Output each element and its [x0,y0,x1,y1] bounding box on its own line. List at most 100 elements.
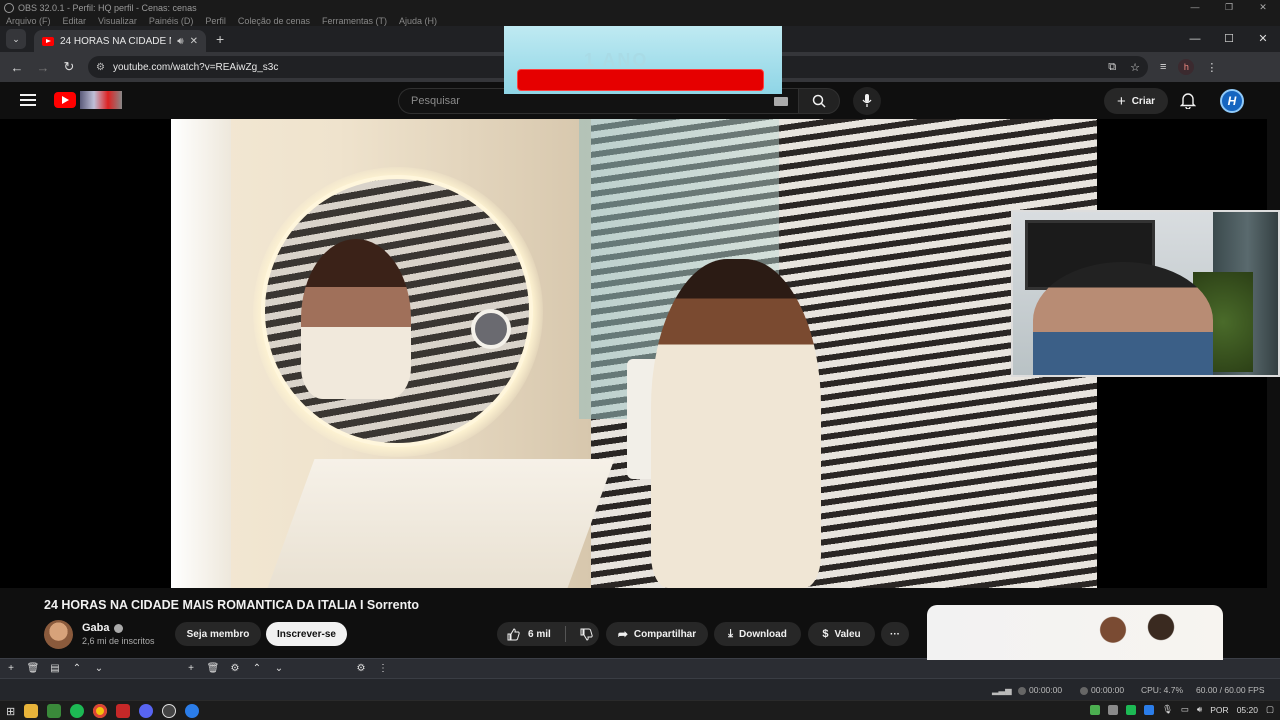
search-placeholder: Pesquisar [411,95,460,107]
video-frame[interactable] [171,119,1097,588]
browser-close-icon[interactable]: ✕ [1246,26,1280,52]
tray-app-icon-2[interactable] [1144,704,1155,715]
microphone-icon [862,94,872,107]
channel-name-row[interactable]: Gaba [82,622,123,634]
hamburger-menu-icon[interactable] [20,94,36,106]
screen: OBS 32.0.1 - Perfil: HQ perfil - Cenas: … [0,0,1280,720]
channel-avatar[interactable] [44,620,73,649]
obs-window-title: OBS 32.0.1 - Perfil: HQ perfil - Cenas: … [18,2,197,13]
scene-filters-icon[interactable]: ▤ [44,663,66,674]
system-tray: 🎙︎ ▭ 🔊︎ POR 05:20 ▢ [1090,704,1274,715]
record-status: 00:00:00 [1080,685,1124,695]
voice-search-button[interactable] [853,87,881,115]
scene-move-down-icon[interactable]: ⌄ [88,663,110,674]
tray-volume-icon[interactable]: 🔊︎ [1197,704,1202,715]
tray-nvidia-icon[interactable] [1090,704,1101,715]
nvidia-app-icon[interactable] [47,704,62,718]
account-avatar[interactable]: H [1220,89,1244,113]
app-taskbar-icon[interactable] [185,704,200,718]
obs-close-icon[interactable]: ✕ [1246,0,1280,15]
obs-minimize-icon[interactable]: — [1178,0,1212,15]
cast-icon[interactable]: ⧉ [1108,61,1116,74]
source-move-down-icon[interactable]: ⌄ [268,663,290,674]
like-count: 6 mil [528,628,551,640]
stream-time: 00:00:00 [1029,685,1063,695]
tab-title: 24 HORAS NA CIDADE MAI [60,35,171,47]
remove-source-trash-icon[interactable]: 🗑︎ [202,663,224,674]
tray-app-icon-1[interactable] [1108,704,1119,715]
browser-maximize-icon[interactable]: ☐ [1212,26,1246,52]
browser-minimize-icon[interactable]: — [1178,26,1212,52]
file-explorer-icon[interactable] [24,704,39,718]
obs-titlebar: OBS 32.0.1 - Perfil: HQ perfil - Cenas: … [0,0,1280,15]
tab-youtube[interactable]: 24 HORAS NA CIDADE MAI 🔊︎ ✕ [34,30,206,52]
spotify-icon[interactable] [70,704,85,718]
share-button[interactable]: ➦ Compartilhar [606,622,708,646]
scene-move-up-icon[interactable]: ⌃ [66,663,88,674]
obs-restore-icon[interactable]: ❐ [1212,0,1246,15]
forward-arrow-icon[interactable]: → [30,60,56,75]
youtube-logo-icon[interactable] [54,92,76,108]
media-queue-icon[interactable]: ≡ [1160,61,1166,73]
chrome-icon[interactable] [93,704,108,718]
omnibox-actions: ⧉ ☆ [1108,61,1140,74]
obs-window-controls: — ❐ ✕ [1178,0,1280,15]
thanks-button[interactable]: $ Valeu [808,622,875,646]
tab-search-chevron-icon[interactable]: ⌄ [6,29,26,49]
record-time: 00:00:00 [1091,685,1125,695]
plus-icon: + [1116,92,1126,110]
tray-network-icon[interactable]: ▭ [1181,704,1189,715]
more-actions-button[interactable]: ··· [881,622,909,646]
stream-status: 00:00:00 [1018,685,1062,695]
clock-time[interactable]: 05:20 [1237,705,1258,715]
share-arrow-icon: ➦ [617,627,628,641]
new-tab-plus-icon[interactable]: + [216,31,224,47]
tray-mic-icon[interactable]: 🎙︎ [1162,704,1173,715]
subscriber-count: 2,6 mi de inscritos [82,636,155,646]
add-scene-plus-icon[interactable]: + [0,663,22,674]
obs-taskbar-icon[interactable] [162,704,177,718]
create-button[interactable]: + Criar [1104,88,1168,114]
profile-avatar-icon[interactable]: h [1178,59,1195,75]
webcam-overlay [1011,210,1280,377]
windows-start-icon[interactable]: ⊞ [6,705,15,718]
source-settings-gear-icon[interactable]: ⚙︎ [224,663,246,674]
notifications-button[interactable] [1179,92,1197,114]
discord-icon[interactable] [139,704,154,718]
notification-center-icon[interactable]: ▢ [1266,704,1274,715]
download-button[interactable]: ⤓ Download [714,622,801,646]
download-label: Download [739,628,787,640]
chrome-menu-icon[interactable]: ⋮ [1206,61,1217,74]
tab-close-icon[interactable]: ✕ [190,36,198,47]
download-arrow-icon: ⤓ [728,627,734,640]
reload-icon[interactable]: ↻ [56,59,82,75]
site-info-icon[interactable]: ⚙︎ [96,62,105,73]
join-button[interactable]: Seja membro [175,622,261,646]
webcam-person [1033,262,1213,375]
search-button[interactable] [798,88,840,114]
news-app-icon[interactable] [116,704,131,718]
back-arrow-icon[interactable]: ← [4,60,30,75]
source-move-up-icon[interactable]: ⌃ [246,663,268,674]
add-source-plus-icon[interactable]: + [180,663,202,674]
youtube-doodle-logo[interactable] [80,91,122,109]
like-button[interactable]: 6 mil [507,627,551,641]
sidebar-ad-card[interactable] [927,605,1223,660]
mixer-more-icon[interactable]: ⋮ [372,663,394,674]
speaker-icon[interactable]: 🔊︎ [177,36,183,47]
input-language[interactable]: POR [1210,705,1228,715]
keyboard-icon[interactable] [774,97,788,106]
fps-readout: 60.00 / 60.00 FPS [1196,685,1265,695]
youtube-favicon-icon [42,36,54,46]
bookmark-star-icon[interactable]: ☆ [1130,61,1140,74]
remove-scene-trash-icon[interactable]: 🗑︎ [22,663,44,674]
obs-statusbar: ▂▃▅ 00:00:00 00:00:00 CPU: 4.7% 60.00 / … [0,678,1280,700]
browser-window-controls: — ☐ ✕ [1178,26,1280,52]
subscribe-button[interactable]: Inscrever-se [266,622,347,646]
thumbs-down-icon[interactable] [580,628,593,641]
like-dislike-group: 6 mil [497,622,599,646]
mixer-settings-gear-icon[interactable]: ⚙︎ [350,663,372,674]
tray-spotify-icon[interactable] [1126,704,1137,715]
url-text: youtube.com/watch?v=REAiwZg_s3c [112,61,279,73]
channel-name[interactable]: Gaba [82,622,110,634]
